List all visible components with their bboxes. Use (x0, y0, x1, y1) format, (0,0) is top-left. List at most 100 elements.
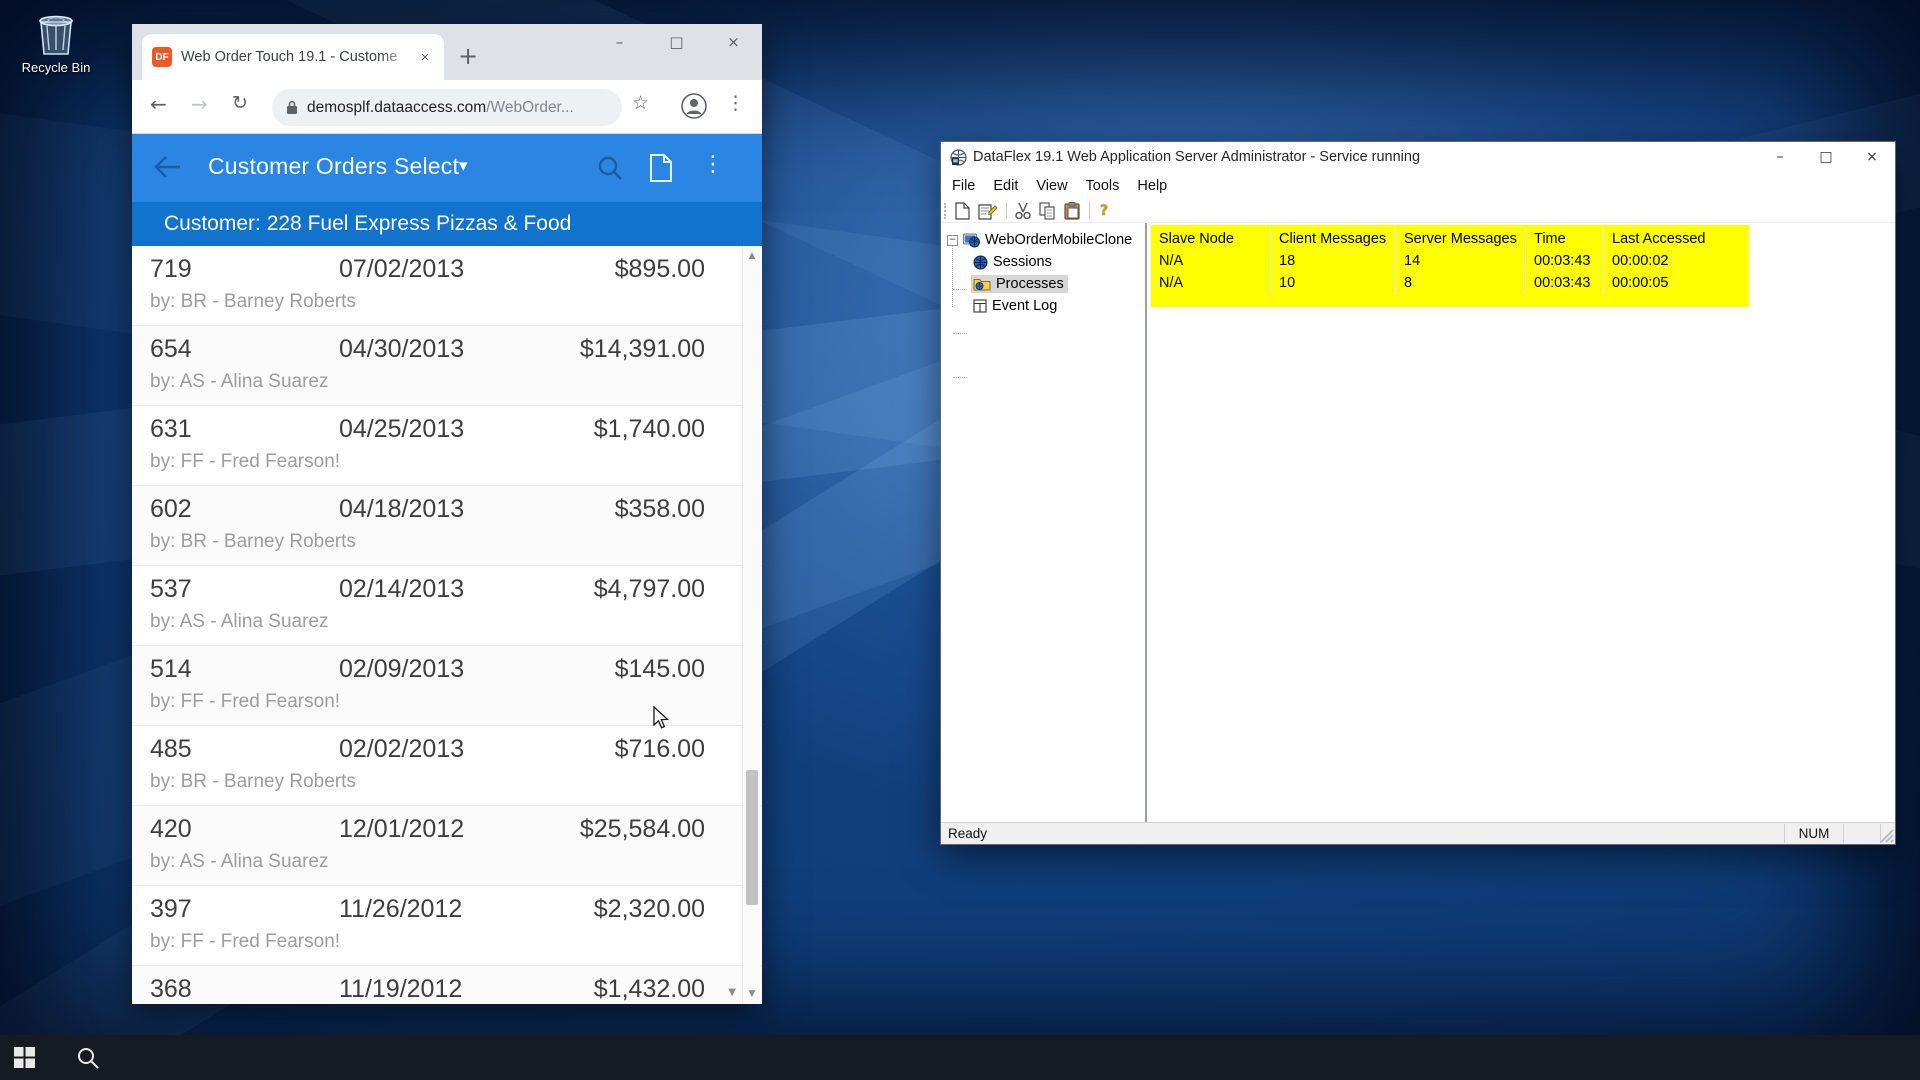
order-date: 12/01/2012 (339, 815, 464, 844)
order-row[interactable]: 39711/26/2012$2,320.00by: FF - Fred Fear… (132, 886, 762, 966)
order-salesperson: by: AS - Alina Suarez (150, 611, 329, 633)
resize-grip[interactable] (1880, 829, 1894, 843)
tree-item-processes[interactable]: Processes (971, 273, 1068, 295)
tree-connector (953, 377, 967, 378)
menu-item-help[interactable]: Help (1128, 173, 1176, 199)
toolbar-separator (1006, 202, 1007, 219)
help-icon[interactable]: ? (1100, 203, 1108, 219)
admin-close-button[interactable]: × (1849, 142, 1895, 172)
paste-icon[interactable] (1064, 202, 1080, 220)
browser-tab[interactable]: DF Web Order Touch 19.1 - Custome × (142, 34, 444, 80)
admin-minimize-button[interactable]: – (1757, 142, 1803, 172)
admin-window: DataFlex 19.1 Web Application Server Adm… (940, 141, 1896, 845)
app-menu-icon[interactable]: ⋮ (702, 152, 724, 177)
bookmark-star-icon[interactable]: ☆ (632, 92, 649, 114)
order-row[interactable]: 63104/25/2013$1,740.00by: FF - Fred Fear… (132, 406, 762, 486)
tree-connector (953, 289, 967, 290)
recycle-bin-label: Recycle Bin (14, 60, 98, 75)
lock-icon (286, 100, 298, 115)
order-date: 02/14/2013 (339, 575, 464, 604)
order-row[interactable]: 36811/19/2012$1,432.00 (132, 966, 762, 1004)
window-minimize-button[interactable]: – (591, 24, 648, 60)
globe-icon (973, 255, 988, 270)
tree-item-inner: Processes (971, 275, 1068, 293)
menu-item-edit[interactable]: Edit (984, 173, 1027, 199)
process-grid: Slave NodeClient MessagesServer Messages… (1149, 223, 1895, 824)
order-row[interactable]: 71907/02/2013$895.00by: BR - Barney Robe… (132, 246, 762, 326)
new-tab-button[interactable]: + (458, 42, 478, 70)
table-row[interactable]: N/A181400:03:4300:00:02 (1151, 250, 1749, 272)
table-cell: N/A (1151, 250, 1271, 272)
scroll-down-icon[interactable]: ▼ (743, 989, 761, 999)
admin-toolbar: ? (941, 199, 1895, 223)
tree-item-label: Processes (996, 276, 1064, 292)
order-number: 631 (150, 415, 192, 444)
order-row[interactable]: 65404/30/2013$14,391.00by: AS - Alina Su… (132, 326, 762, 406)
column-header: Slave Node (1151, 228, 1271, 250)
forward-button[interactable]: → (191, 92, 208, 116)
order-row[interactable]: 53702/14/2013$4,797.00by: AS - Alina Sua… (132, 566, 762, 646)
tree-item-inner: Sessions (971, 253, 1056, 271)
order-date: 02/09/2013 (339, 655, 464, 684)
order-number: 602 (150, 495, 192, 524)
app-back-button[interactable] (152, 154, 182, 180)
window-maximize-button[interactable]: □ (648, 24, 705, 60)
admin-title-bar: DataFlex 19.1 Web Application Server Adm… (941, 142, 1895, 172)
table-cell: 00:00:05 (1604, 272, 1749, 294)
scrollbar-thumb[interactable] (746, 770, 758, 905)
properties-icon[interactable] (978, 202, 997, 220)
order-salesperson: by: BR - Barney Roberts (150, 531, 356, 553)
scroll-up-icon[interactable]: ▲ (743, 251, 761, 261)
taskbar-search-icon[interactable] (76, 1046, 100, 1070)
start-button[interactable] (14, 1047, 35, 1068)
new-document-icon[interactable] (955, 202, 970, 220)
chevron-down-icon: ▾ (459, 156, 468, 176)
tree-item-sessions[interactable]: Sessions (971, 251, 1056, 273)
process-table: Slave NodeClient MessagesServer Messages… (1151, 225, 1749, 307)
scrollbar[interactable]: ▲ ▼ (742, 246, 760, 1004)
tree-item-label: Event Log (992, 298, 1057, 314)
order-number: 397 (150, 895, 192, 924)
table-cell: 18 (1271, 250, 1396, 272)
app-search-icon[interactable] (596, 154, 624, 182)
admin-maximize-button[interactable]: □ (1803, 142, 1849, 172)
tree-expander-icon[interactable]: − (947, 235, 958, 246)
window-close-button[interactable]: × (705, 24, 762, 60)
cut-icon[interactable] (1015, 202, 1031, 220)
recycle-bin[interactable]: Recycle Bin (14, 10, 98, 75)
reload-button[interactable]: ↻ (232, 92, 248, 114)
order-row[interactable]: 42012/01/2012$25,584.00by: AS - Alina Su… (132, 806, 762, 886)
order-date: 04/25/2013 (339, 415, 464, 444)
browser-tab-strip: DF Web Order Touch 19.1 - Custome × + – … (132, 24, 762, 80)
browser-menu-icon[interactable]: ⋮ (726, 92, 745, 114)
menu-item-tools[interactable]: Tools (1077, 173, 1129, 199)
orders-list: 71907/02/2013$895.00by: BR - Barney Robe… (132, 246, 762, 1004)
menu-item-file[interactable]: File (943, 173, 984, 199)
app-report-icon[interactable] (649, 153, 673, 183)
browser-window: DF Web Order Touch 19.1 - Custome × + – … (132, 24, 762, 1004)
list-dropdown-arrow-icon[interactable]: ▼ (728, 987, 736, 998)
order-row[interactable]: 48502/02/2013$716.00by: BR - Barney Robe… (132, 726, 762, 806)
order-date: 04/30/2013 (339, 335, 464, 364)
back-button[interactable]: ← (150, 92, 167, 116)
order-amount: $895.00 (615, 255, 705, 284)
order-date: 02/02/2013 (339, 735, 464, 764)
order-salesperson: by: AS - Alina Suarez (150, 371, 329, 393)
server-globe-icon (963, 233, 980, 248)
order-number: 654 (150, 335, 192, 364)
order-row[interactable]: 60204/18/2013$358.00by: BR - Barney Robe… (132, 486, 762, 566)
table-row[interactable]: N/A10800:03:4300:00:05 (1151, 272, 1749, 294)
event-log-icon (973, 299, 987, 313)
tree-root[interactable]: − WebOrderMobileClone (947, 229, 1132, 251)
address-bar[interactable]: demosplf.dataaccess.com/WebOrder... (272, 89, 622, 126)
profile-avatar-icon[interactable] (681, 93, 707, 124)
menu-item-view[interactable]: View (1027, 173, 1076, 199)
taskbar (0, 1035, 1920, 1080)
mouse-cursor (652, 706, 672, 730)
url-text: demosplf.dataaccess.com/WebOrder... (307, 99, 574, 117)
order-number: 537 (150, 575, 192, 604)
copy-icon[interactable] (1039, 202, 1056, 220)
tab-close-icon[interactable]: × (416, 49, 434, 66)
tree-item-event-log[interactable]: Event Log (971, 295, 1061, 317)
view-title[interactable]: Customer Orders Select (208, 153, 459, 180)
